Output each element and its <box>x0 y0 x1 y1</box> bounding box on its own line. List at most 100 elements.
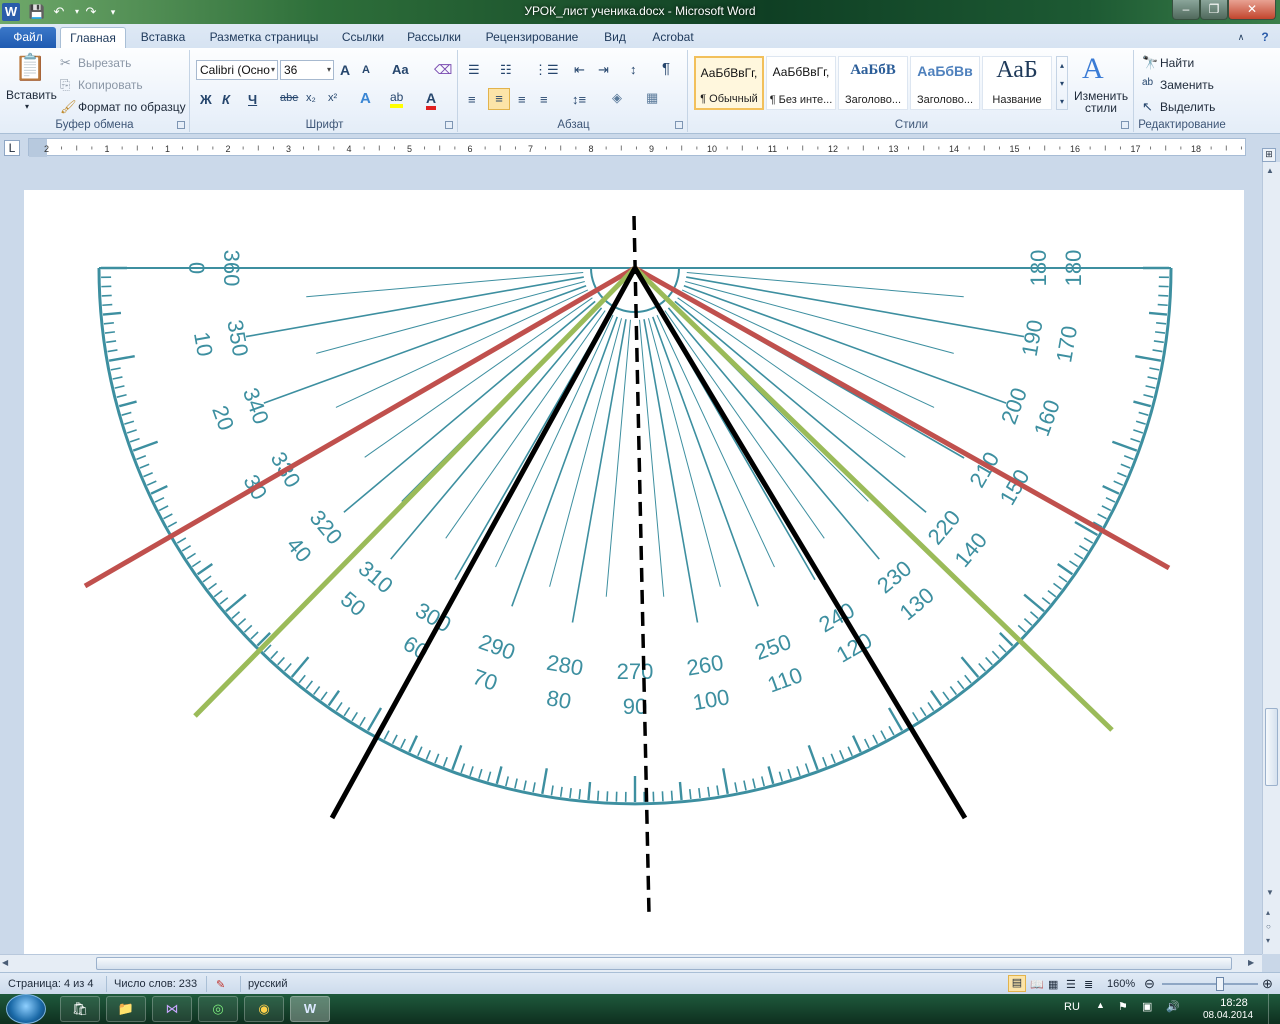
vertical-scrollbar[interactable]: ▲ ▼ ▴ ○ ▾ <box>1262 162 1280 954</box>
change-styles-icon[interactable]: A <box>1082 52 1104 86</box>
text-effects-icon[interactable]: A <box>360 90 371 107</box>
clear-formatting-icon[interactable]: ⌫ <box>434 62 452 78</box>
explorer-icon[interactable]: 📁 <box>106 996 146 1022</box>
show-formatting-icon[interactable]: ¶ <box>662 60 670 77</box>
help-icon[interactable]: ? <box>1256 27 1274 48</box>
format-painter-icon[interactable]: 🖌 <box>60 99 77 115</box>
font-launcher-icon[interactable] <box>445 121 453 129</box>
align-left-icon[interactable]: ≡ <box>468 92 476 107</box>
style-heading-1[interactable]: АаБбВ Заголово... <box>838 56 908 110</box>
close-button[interactable]: ✕ <box>1228 0 1276 20</box>
print-layout-view-icon[interactable]: ▤ <box>1008 975 1026 992</box>
increase-indent-icon[interactable]: ⇥ <box>598 62 609 78</box>
justify-icon[interactable]: ≡ <box>540 92 548 107</box>
bold-icon[interactable]: Ж <box>200 92 212 107</box>
font-color-icon[interactable]: A <box>426 90 437 110</box>
zoom-slider[interactable] <box>1162 977 1258 991</box>
paste-dropdown-icon[interactable]: ▾ <box>25 102 29 111</box>
zoom-out-button[interactable]: ⊖ <box>1144 976 1155 992</box>
strikethrough-icon[interactable]: abe <box>280 92 298 104</box>
styles-launcher-icon[interactable] <box>1121 121 1129 129</box>
replace-icon[interactable]: ab <box>1142 77 1153 88</box>
word-count[interactable]: Число слов: 233 <box>114 978 197 990</box>
show-desktop-button[interactable] <box>1268 994 1280 1024</box>
tab-home[interactable]: Главная <box>60 27 126 48</box>
maximize-button[interactable]: ❐ <box>1200 0 1228 20</box>
full-screen-view-icon[interactable]: 📖 <box>1030 978 1044 991</box>
app-green-icon[interactable]: ◎ <box>198 996 238 1022</box>
tab-mailings[interactable]: Рассылки <box>400 27 468 48</box>
scroll-down-icon[interactable]: ▼ <box>1266 888 1274 897</box>
clipboard-launcher-icon[interactable] <box>177 121 185 129</box>
clock-date[interactable]: 08.04.2014 <box>1198 1010 1258 1021</box>
document-page[interactable]: 0360103502034030330403205031060300702908… <box>24 190 1244 954</box>
web-layout-view-icon[interactable]: ▦ <box>1048 978 1058 991</box>
line-spacing-icon[interactable]: ↕≡ <box>572 92 586 107</box>
superscript-icon[interactable]: x² <box>328 92 337 104</box>
outline-view-icon[interactable]: ☰ <box>1066 978 1076 991</box>
tab-page-layout[interactable]: Разметка страницы <box>204 27 324 48</box>
language[interactable]: русский <box>248 978 287 990</box>
paragraph-launcher-icon[interactable] <box>675 121 683 129</box>
replace-button[interactable]: Заменить <box>1160 78 1214 92</box>
clock-time[interactable]: 18:28 <box>1204 997 1264 1009</box>
align-center-icon[interactable]: ≡ <box>488 88 510 110</box>
style-heading-2[interactable]: АаБбВв Заголово... <box>910 56 980 110</box>
shrink-font-icon[interactable]: A <box>362 64 370 76</box>
decrease-indent-icon[interactable]: ⇤ <box>574 62 585 78</box>
page-count[interactable]: Страница: 4 из 4 <box>8 978 94 990</box>
format-painter-button[interactable]: Формат по образцу <box>78 100 186 114</box>
scroll-right-icon[interactable]: ▶ <box>1248 958 1254 967</box>
font-size-field[interactable]: 36 ▾ <box>280 60 334 80</box>
zoom-in-button[interactable]: ⊕ <box>1262 976 1273 992</box>
italic-icon[interactable]: К <box>222 92 230 107</box>
paste-button[interactable]: Вставить <box>6 88 57 102</box>
view-ruler-icon[interactable]: ⊞ <box>1262 148 1276 162</box>
style-title[interactable]: АаБ Название <box>982 56 1052 110</box>
paste-icon[interactable]: 📋 <box>14 52 46 86</box>
horizontal-scrollbar[interactable]: ◀ ▶ <box>0 954 1262 972</box>
vertical-scroll-thumb[interactable] <box>1265 708 1278 786</box>
sort-icon[interactable]: ↕ <box>630 62 637 77</box>
chrome-icon[interactable]: ◉ <box>244 996 284 1022</box>
underline-icon[interactable]: Ч <box>248 92 257 107</box>
styles-scroll-icon[interactable]: ▴ ▾ ▾ <box>1056 56 1068 110</box>
subscript-icon[interactable]: x₂ <box>306 92 316 104</box>
proofing-icon[interactable]: ✎ <box>216 978 225 991</box>
ribbon-collapse-icon[interactable]: ∧ <box>1232 27 1250 48</box>
select-button[interactable]: Выделить <box>1160 100 1215 114</box>
shading-icon[interactable]: ◈ <box>612 90 622 106</box>
tab-references[interactable]: Ссылки <box>334 27 392 48</box>
tab-file[interactable]: Файл <box>0 27 56 48</box>
multilevel-list-icon[interactable]: ⋮☰ <box>534 62 559 78</box>
find-icon[interactable]: 🔭 <box>1142 55 1158 71</box>
browse-object-icon[interactable]: ○ <box>1266 922 1271 931</box>
minimize-button[interactable]: – <box>1172 0 1200 20</box>
scroll-up-icon[interactable]: ▲ <box>1266 166 1274 175</box>
visual-studio-icon[interactable]: ⋈ <box>152 996 192 1022</box>
change-case-icon[interactable]: Aa <box>392 62 409 77</box>
input-language[interactable]: RU <box>1064 1001 1080 1013</box>
zoom-slider-thumb[interactable] <box>1215 977 1224 991</box>
draft-view-icon[interactable]: ≣ <box>1084 978 1093 991</box>
numbering-icon[interactable]: ☷ <box>500 62 512 78</box>
tab-view[interactable]: Вид <box>596 27 634 48</box>
word-taskbar-icon[interactable]: W <box>290 996 330 1022</box>
tab-selector-icon[interactable]: L <box>4 140 20 156</box>
action-center-icon[interactable]: ⚑ <box>1118 1000 1128 1013</box>
horizontal-scroll-thumb[interactable] <box>96 957 1232 970</box>
style-normal[interactable]: АаБбВвГг, ¶ Обычный <box>694 56 764 110</box>
volume-icon[interactable]: 🔊 <box>1166 1000 1180 1013</box>
align-right-icon[interactable]: ≡ <box>518 92 526 107</box>
font-name-field[interactable]: Calibri (Осно ▾ <box>196 60 278 80</box>
start-button[interactable] <box>6 994 46 1024</box>
style-no-spacing[interactable]: АаБбВвГг, ¶ Без инте... <box>766 56 836 110</box>
grow-font-icon[interactable]: A <box>340 62 350 78</box>
highlight-icon[interactable]: ab <box>390 90 404 108</box>
next-page-icon[interactable]: ▾ <box>1266 936 1270 945</box>
scroll-left-icon[interactable]: ◀ <box>2 958 8 967</box>
tab-insert[interactable]: Вставка <box>134 27 192 48</box>
horizontal-ruler[interactable]: 2112345678910111213141516171819 <box>28 138 1262 157</box>
tray-expand-icon[interactable]: ▲ <box>1096 1000 1105 1010</box>
find-button[interactable]: Найти <box>1160 56 1194 70</box>
